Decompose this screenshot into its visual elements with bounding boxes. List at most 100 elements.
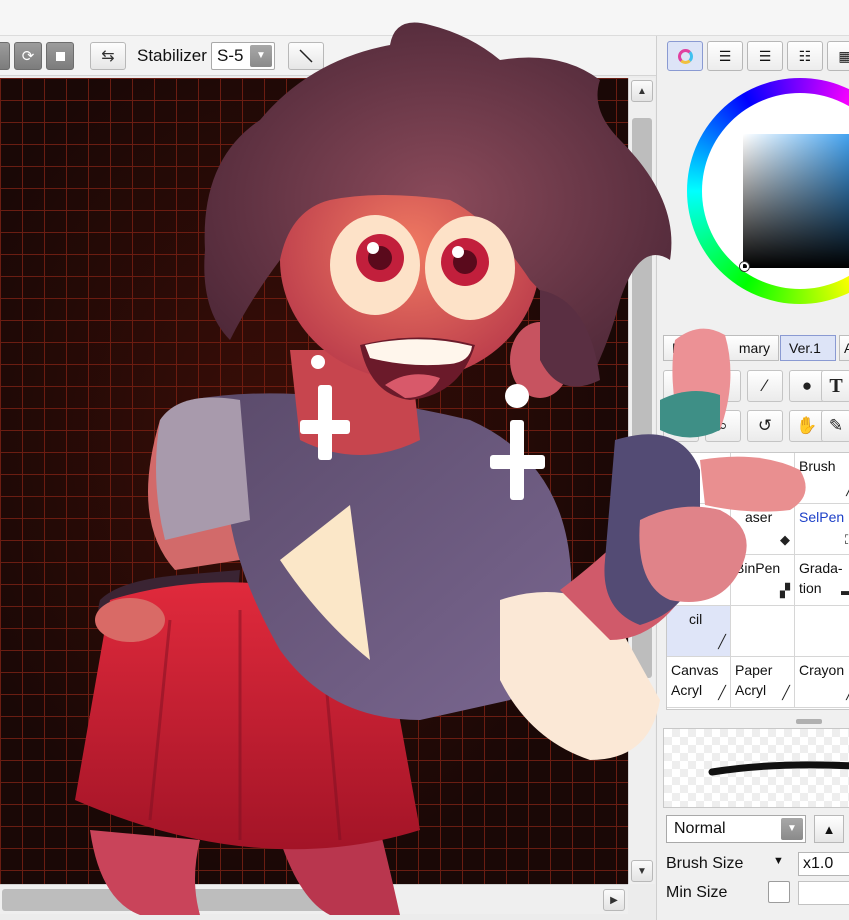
scroll-down-icon[interactable]: ▼ <box>631 860 653 882</box>
brush-size-multiplier-value: x1.0 <box>803 855 834 872</box>
binpen-label: BinPen <box>735 560 781 576</box>
selpen-label: SelPen <box>799 509 845 525</box>
brush-pencil[interactable]: cil ╱ <box>667 606 731 657</box>
hand-icon: ✋ <box>796 416 818 435</box>
flip-button[interactable]: ⇆ <box>90 42 126 70</box>
brush-slot-empty-3[interactable] <box>667 504 731 555</box>
cloud-tool[interactable] <box>663 370 699 402</box>
horizontal-scrollbar[interactable]: ▶ <box>0 884 628 914</box>
brush-canvas-acryl[interactable]: Canvas Acryl ╱ <box>667 657 731 708</box>
stroke-preview <box>663 728 849 808</box>
chevron-down-icon: ▼ <box>781 818 803 840</box>
canvas-acryl-label-1: Canvas <box>671 662 719 678</box>
zoom-tool[interactable]: ⌕ <box>705 410 741 442</box>
paper-acryl-label-2: Acryl <box>735 682 767 698</box>
texture-toggle-button[interactable]: ▲ <box>814 815 844 843</box>
color-picker-handle[interactable] <box>740 262 749 271</box>
stop-button[interactable] <box>46 42 74 70</box>
brush-size-dropdown-icon[interactable]: ▼ <box>773 855 784 867</box>
gradation-label-2: tion <box>799 580 822 596</box>
refresh-button[interactable]: ⟳ <box>14 42 42 70</box>
chevron-down-icon: ▼ <box>250 45 272 67</box>
magnifier-icon: ⌕ <box>718 416 728 435</box>
brush-paper-acryl[interactable]: Paper Acryl ╱ <box>731 657 795 708</box>
vertical-scroll-thumb[interactable] <box>632 118 652 678</box>
gradient-icon: ▬ <box>841 583 849 598</box>
refresh-icon: ⟳ <box>21 48 35 65</box>
paper-acryl-label-1: Paper <box>735 662 773 678</box>
blend-mode-select[interactable]: Normal ▼ <box>666 815 806 843</box>
grid-icon: ▦ <box>838 47 849 64</box>
brush-slot-empty-5[interactable] <box>731 606 795 657</box>
bucket-tool[interactable]: ● <box>789 370 825 402</box>
rotate-icon: ↺ <box>757 416 773 435</box>
rotate-tool[interactable]: ↺ <box>747 410 783 442</box>
eyedropper-tool[interactable]: ✎ <box>821 410 849 442</box>
selpen-icon: ⛶ <box>845 530 849 550</box>
binpen-icon: ▞ <box>780 583 790 598</box>
selection-tool[interactable] <box>705 370 741 402</box>
triangle-up-icon: ▲ <box>822 821 836 837</box>
brush-crayon[interactable]: Crayon ╱ <box>795 657 849 708</box>
brush-label: Brush <box>799 458 836 474</box>
brush-size-multiplier[interactable]: x1.0 <box>798 852 849 876</box>
toolbar: ⟳ ⇆ Stabilizer S-5 ▼ <box>0 36 660 76</box>
text-icon: T <box>829 374 843 397</box>
brush-slot-empty-4[interactable] <box>667 555 731 606</box>
brush-tab-b[interactable]: B <box>663 335 693 361</box>
brush-slot-empty-6[interactable] <box>795 606 849 657</box>
panel-splitter[interactable] <box>796 719 822 724</box>
brush-selpen[interactable]: SelPen ⛶ <box>795 504 849 555</box>
min-size-checkbox[interactable] <box>768 881 790 903</box>
brush-size-label: Brush Size <box>666 855 744 872</box>
straight-line-button[interactable] <box>288 42 324 70</box>
hsv-sliders-tab[interactable]: ☰ <box>747 41 783 71</box>
square-icon <box>55 51 65 61</box>
horizontal-scroll-thumb[interactable] <box>2 889 345 911</box>
swap-arrows-icon: ⇆ <box>101 48 115 65</box>
blend-mode-value: Normal <box>674 820 726 837</box>
canvas-acryl-label-2: Acryl <box>671 682 703 698</box>
text-tool[interactable]: T <box>821 370 849 402</box>
saturation-value-square[interactable] <box>743 134 849 268</box>
swatches-tab[interactable]: ▦ <box>827 41 849 71</box>
brush-tabs: B mary Ver.1 A <box>663 335 849 361</box>
canvas-acryl-icon: ╱ <box>718 685 726 700</box>
magic-wand-tool[interactable]: ⁄ <box>747 370 783 402</box>
stroke-sample <box>708 761 849 776</box>
brush-tab-a[interactable]: A <box>839 335 849 361</box>
hand-tool[interactable]: ✋ <box>789 410 825 442</box>
magnifier-tool[interactable] <box>663 410 699 442</box>
brush-slot-empty-1[interactable] <box>667 453 731 504</box>
eraser-icon: ◆ <box>780 532 790 547</box>
pencil-icon: ╱ <box>718 634 726 649</box>
bucket-icon: ● <box>801 376 813 395</box>
paper-acryl-icon: ╱ <box>782 685 790 700</box>
min-size-label: Min Size <box>666 884 728 901</box>
list-icon: ☷ <box>798 47 812 64</box>
brush-brush[interactable]: Brush ╱ <box>795 453 849 504</box>
rgb-sliders-tab[interactable]: ☰ <box>707 41 743 71</box>
brush-binpen[interactable]: BinPen ▞ <box>731 555 795 606</box>
min-size-field[interactable] <box>798 881 849 905</box>
stabilizer-select[interactable]: S-5 ▼ <box>211 42 275 70</box>
brush-tab-primary[interactable]: mary <box>719 335 779 361</box>
color-wheel-tab[interactable] <box>667 41 703 71</box>
brush-gradation[interactable]: Grada- tion ▬ <box>795 555 849 606</box>
vertical-scrollbar[interactable]: ▲ ▼ <box>628 78 655 884</box>
brush-tab-ver1[interactable]: Ver.1 <box>780 335 836 361</box>
sliders-icon: ☰ <box>718 47 732 64</box>
drawing-canvas[interactable] <box>0 78 628 884</box>
scroll-up-icon[interactable]: ▲ <box>631 80 653 102</box>
tool-button-partial[interactable] <box>0 42 10 70</box>
brush-slot-empty-2[interactable] <box>731 453 795 504</box>
scroll-right-icon[interactable]: ▶ <box>603 889 625 911</box>
eraser-label: aser <box>745 509 773 525</box>
paint-app-window: ⟳ ⇆ Stabilizer S-5 ▼ ▲ ▼ ▶ ☰ ☰ ☷ ▦ B mar… <box>0 0 849 920</box>
brush-grid: Brush ╱ aser ◆ SelPen ⛶ BinPen ▞ Grada- … <box>666 452 849 710</box>
hsv-sliders-icon: ☰ <box>758 47 772 64</box>
crayon-label: Crayon <box>799 662 845 678</box>
brush-eraser[interactable]: aser ◆ <box>731 504 795 555</box>
palette-tab[interactable]: ☷ <box>787 41 823 71</box>
title-strip <box>0 0 849 36</box>
